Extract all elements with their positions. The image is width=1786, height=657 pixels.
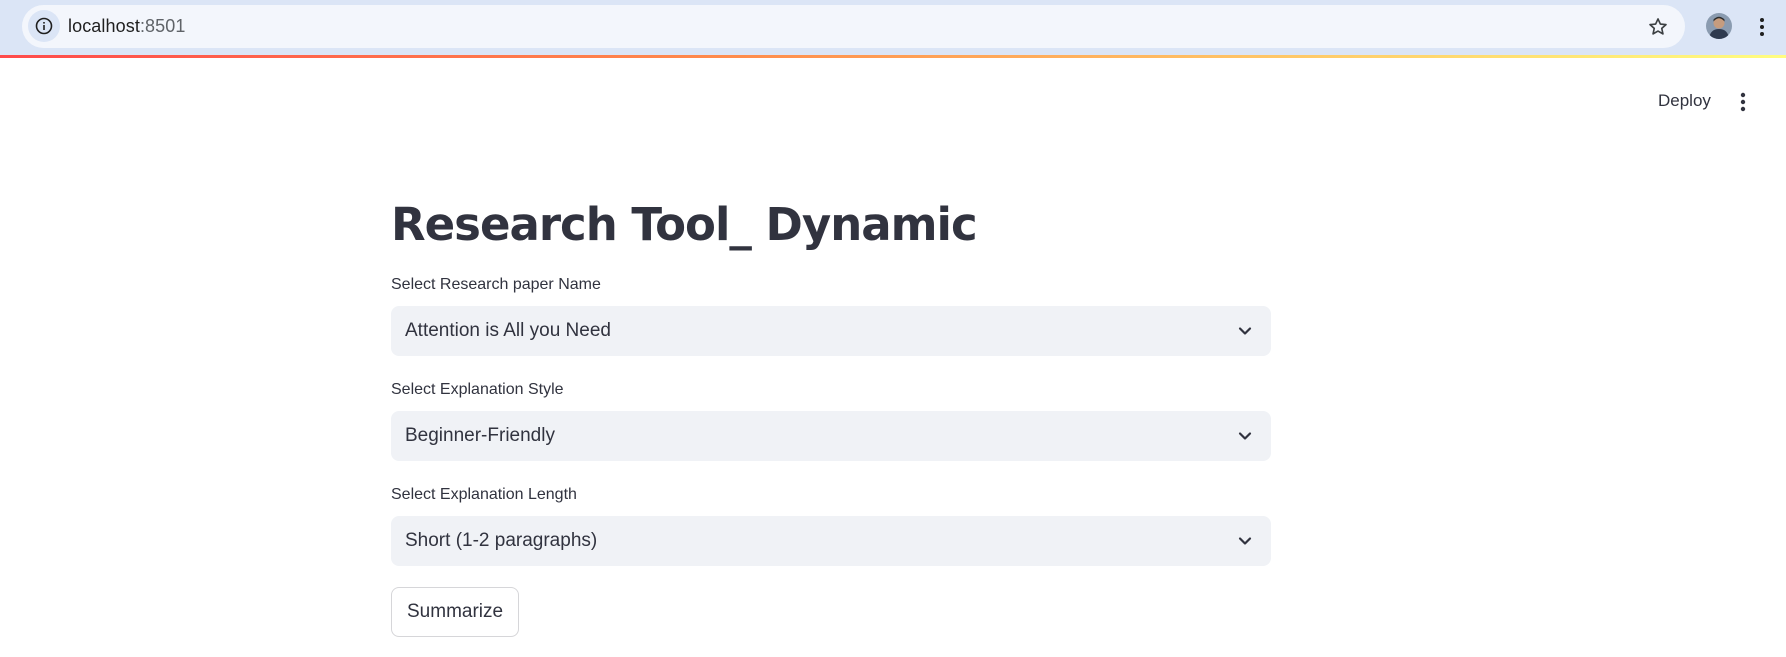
app-menu-icon[interactable] xyxy=(1733,88,1753,116)
url-text: localhost:8501 xyxy=(68,16,186,37)
kebab-menu-icon[interactable] xyxy=(1752,12,1772,42)
browser-toolbar: localhost:8501 xyxy=(0,0,1786,55)
style-select-label: Select Explanation Style xyxy=(391,381,564,398)
address-bar[interactable]: localhost:8501 xyxy=(22,5,1685,48)
summarize-button[interactable]: Summarize xyxy=(391,587,520,637)
url-port: :8501 xyxy=(139,16,186,36)
paper-select[interactable]: Attention is All you Need xyxy=(391,306,1271,356)
length-select[interactable]: Short (1-2 paragraphs) xyxy=(391,516,1271,566)
page-title: Research Tool_ Dynamic xyxy=(391,198,978,251)
chevron-down-icon xyxy=(1238,432,1252,440)
info-icon[interactable] xyxy=(28,10,60,42)
paper-select-label: Select Research paper Name xyxy=(391,276,601,293)
style-select[interactable]: Beginner-Friendly xyxy=(391,411,1271,461)
length-select-label: Select Explanation Length xyxy=(391,486,577,503)
url-host: localhost xyxy=(68,16,140,36)
avatar[interactable] xyxy=(1706,13,1732,39)
deploy-button[interactable]: Deploy xyxy=(1640,86,1729,116)
chevron-down-icon xyxy=(1238,537,1252,545)
style-select-value: Beginner-Friendly xyxy=(405,425,555,446)
star-icon[interactable] xyxy=(1645,14,1671,40)
app-top-decoration xyxy=(0,55,1786,58)
chevron-down-icon xyxy=(1238,327,1252,335)
length-select-value: Short (1-2 paragraphs) xyxy=(405,530,598,551)
main-content: Research Tool_ Dynamic xyxy=(391,195,1271,255)
paper-select-value: Attention is All you Need xyxy=(405,320,611,341)
